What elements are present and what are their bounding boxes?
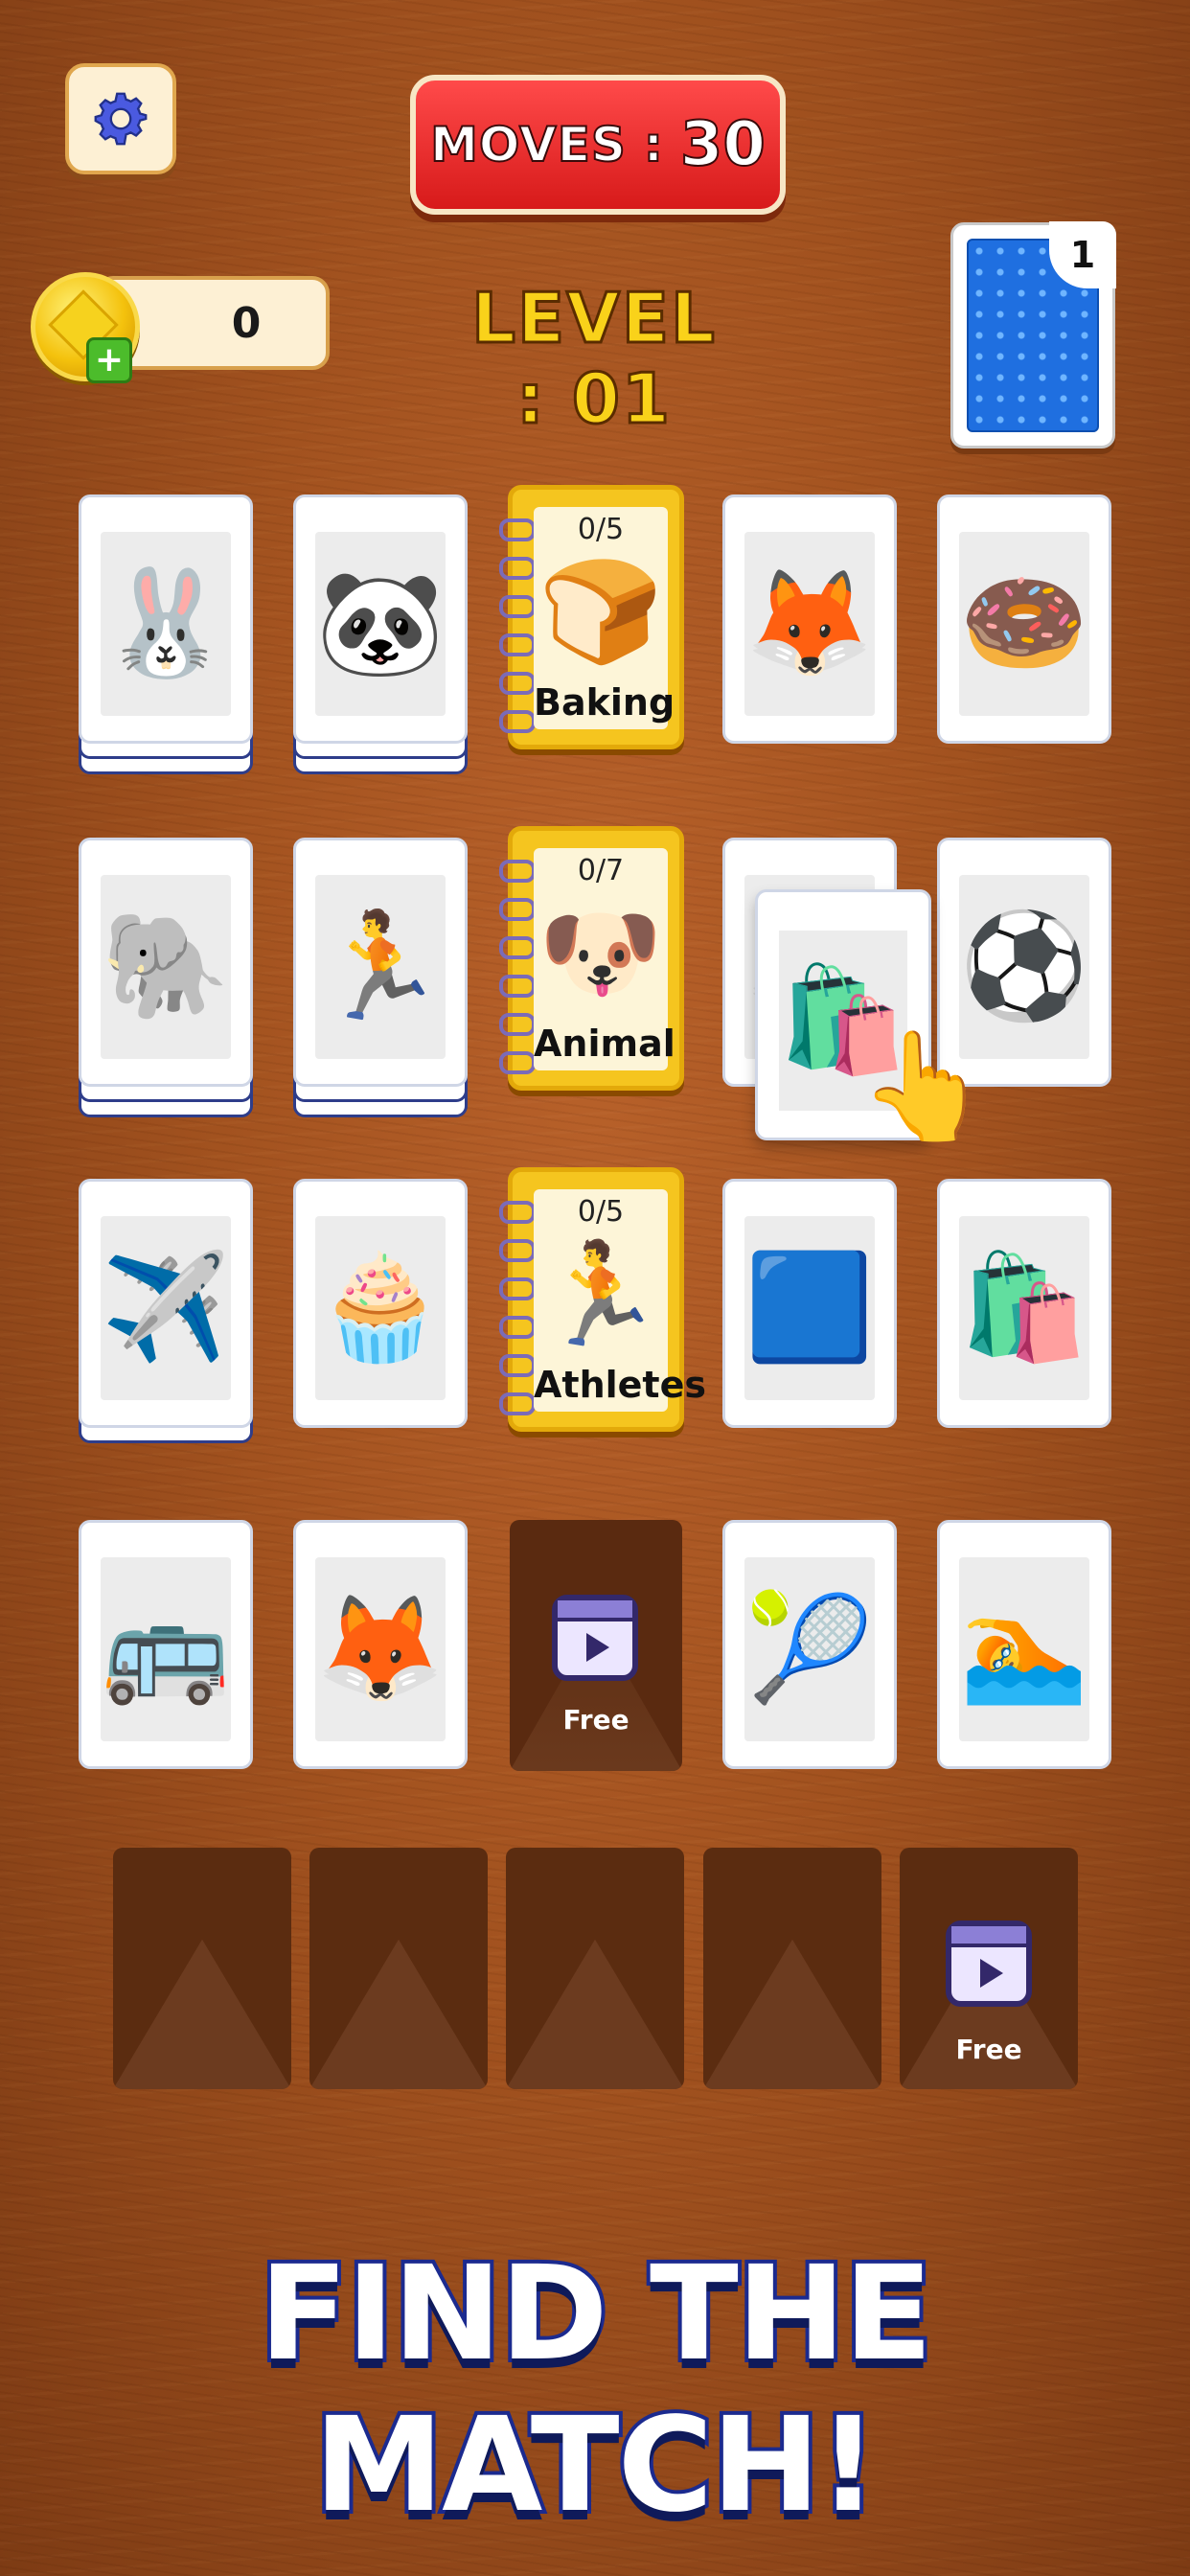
album-progress: 0/5 [577,513,625,546]
bunny-icon: 🐰 [101,532,231,716]
tile-card[interactable]: 🦊 [722,494,897,744]
oven-icon: 🟦 [744,1216,875,1400]
album-athletes[interactable]: 0/5 🏃 Athletes [499,1167,706,1432]
video-ad-icon [946,1920,1032,2007]
card-deck[interactable]: 1 [950,221,1116,448]
tile-card[interactable]: 🚌 [79,1520,253,1769]
school-bus-icon: 🚌 [101,1557,231,1741]
tray-slot [506,1848,684,2089]
tile-card[interactable]: 🐼 [293,494,468,744]
free-label: Free [562,1704,629,1736]
dog-icon: 🐶 [538,894,663,1011]
album-title: Animal [534,1023,675,1065]
moves-separator: : [643,116,664,173]
tile-card[interactable]: 🦊 [293,1520,468,1769]
level-indicator: LEVEL : 01 [470,277,717,441]
free-label: Free [955,2034,1022,2065]
tile-card[interactable]: 🧁 [293,1179,468,1428]
tray-slot [703,1848,881,2089]
donut-icon: 🍩 [959,532,1089,716]
moves-counter: MOVES : 30 [410,75,786,215]
promo-headline: FIND THE MATCH! [255,2235,936,2545]
fox-icon: 🦊 [744,532,875,716]
tray-slot [309,1848,488,2089]
free-slot-button[interactable]: Free [510,1520,682,1771]
gear-icon [94,92,148,146]
bread-icon: 🍞 [538,553,663,670]
coin-value: 0 [231,298,262,348]
panda-icon: 🐼 [315,532,446,716]
swimmer-icon: 🏊 [959,1557,1089,1741]
runner-icon: 🏃 [538,1235,663,1352]
tile-card[interactable]: 🎾 [722,1520,897,1769]
moves-label: MOVES [429,116,627,173]
cupcake-icon: 🧁 [315,1216,446,1400]
album-title: Athletes [534,1364,706,1406]
airplane-icon: ✈️ [101,1216,231,1400]
album-title: Baking [534,681,675,724]
runner-icon: 🏃 [315,875,446,1059]
moves-value: 30 [679,108,767,181]
pointer-hand-icon: 👆 [858,1024,990,1147]
fox-icon: 🦊 [315,1557,446,1741]
tile-card[interactable]: 🟦 [722,1179,897,1428]
tile-card[interactable]: ✈️ [79,1179,253,1428]
tile-card[interactable]: 🛍️ [937,1179,1111,1428]
add-coins-button[interactable]: + [86,337,132,383]
video-ad-icon [552,1595,638,1681]
tile-card[interactable]: 🐰 [79,494,253,744]
album-progress: 0/5 [577,1195,625,1229]
album-animal[interactable]: 0/7 🐶 Animal [499,826,684,1091]
album-baking[interactable]: 0/5 🍞 Baking [499,485,684,749]
tile-card[interactable]: 🐘 [79,838,253,1087]
tile-card[interactable]: 🏊 [937,1520,1111,1769]
tile-card[interactable]: 🍩 [937,494,1111,744]
album-progress: 0/7 [577,854,625,887]
tile-card[interactable]: 🏃 [293,838,468,1087]
elephant-icon: 🐘 [101,875,231,1059]
settings-button[interactable] [65,63,176,174]
tennis-player-icon: 🎾 [744,1557,875,1741]
tray-slot [113,1848,291,2089]
flour-bag-icon: 🛍️ [959,1216,1089,1400]
tray-free-slot-button[interactable]: Free [900,1848,1078,2089]
